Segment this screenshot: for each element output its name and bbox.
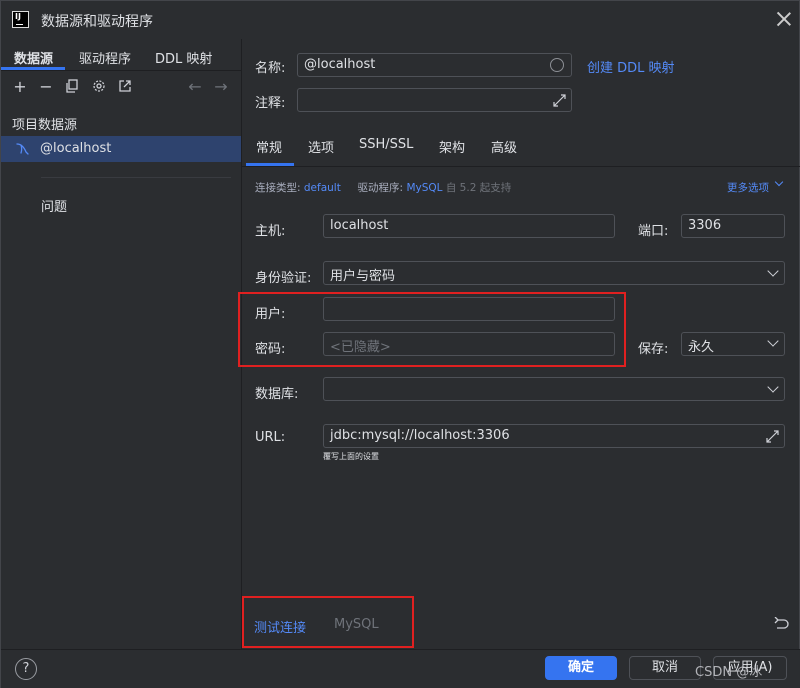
- title-bar: IJ 数据源和驱动程序: [1, 1, 800, 39]
- url-hint: 覆写上面的设置: [323, 452, 379, 461]
- name-label: 名称:: [255, 61, 286, 76]
- window-title: 数据源和驱动程序: [41, 14, 153, 30]
- problems-item[interactable]: 问题: [41, 196, 67, 215]
- open-external-icon[interactable]: [117, 79, 133, 95]
- close-icon[interactable]: [776, 11, 792, 27]
- cancel-button[interactable]: 取消: [629, 656, 701, 680]
- database-label: 数据库:: [255, 387, 299, 402]
- connection-type-label: 连接类型:: [255, 182, 301, 194]
- active-tab-underline: [1, 67, 65, 70]
- tab-ddl-mappings[interactable]: DDL 映射: [155, 48, 212, 67]
- user-input[interactable]: [323, 297, 615, 321]
- tab-advanced[interactable]: 高级: [491, 137, 517, 156]
- url-label: URL:: [255, 430, 286, 445]
- tab-data-sources[interactable]: 数据源: [14, 48, 53, 67]
- connection-info: 连接类型: default 驱动程序: MySQL 自 5.2 起支持: [255, 180, 511, 195]
- driver-value[interactable]: MySQL: [406, 182, 442, 194]
- port-label: 端口:: [638, 224, 669, 239]
- dialog-window: IJ 数据源和驱动程序 数据源 驱动程序 DDL 映射 + − ← → 项目数据…: [0, 0, 800, 688]
- expand-icon[interactable]: [553, 94, 566, 107]
- comment-input[interactable]: [297, 88, 572, 112]
- comment-label: 注释:: [255, 96, 286, 111]
- dialog-button-bar: ? 确定 取消 应用(A): [1, 649, 800, 688]
- mysql-dolphin-icon: [15, 141, 31, 157]
- settings-tabs: 常规 选项 SSH/SSL 架构 高级: [242, 123, 800, 167]
- database-select[interactable]: [323, 377, 785, 401]
- test-driver-label: MySQL: [334, 617, 379, 632]
- name-input[interactable]: @localhost: [297, 53, 572, 77]
- active-tab-underline: [246, 163, 294, 166]
- tab-schemas[interactable]: 架构: [439, 137, 465, 156]
- tab-drivers[interactable]: 驱动程序: [79, 48, 131, 67]
- port-input[interactable]: 3306: [681, 214, 785, 238]
- watermark: CSDN @冰: [695, 665, 763, 680]
- project-datasources-heading: 项目数据源: [12, 118, 78, 133]
- driver-note: 自 5.2 起支持: [445, 182, 512, 194]
- test-connection-link[interactable]: 测试连接: [254, 617, 306, 636]
- auth-label: 身份验证:: [255, 271, 312, 286]
- back-arrow-icon[interactable]: ←: [187, 79, 203, 95]
- expand-icon[interactable]: [766, 430, 779, 443]
- save-label: 保存:: [638, 342, 669, 357]
- connection-type-value[interactable]: default: [304, 182, 341, 194]
- more-options-link[interactable]: 更多选项: [727, 180, 769, 195]
- settings-icon[interactable]: [91, 79, 107, 95]
- help-icon[interactable]: ?: [15, 658, 37, 680]
- create-ddl-mapping-link[interactable]: 创建 DDL 映射: [587, 57, 675, 76]
- revert-icon[interactable]: [774, 616, 789, 630]
- password-label: 密码:: [255, 342, 286, 357]
- remove-icon[interactable]: −: [38, 79, 54, 95]
- password-input[interactable]: <已隐藏>: [323, 332, 615, 356]
- user-label: 用户:: [255, 307, 286, 322]
- driver-label: 驱动程序:: [357, 182, 404, 194]
- tab-general[interactable]: 常规: [256, 137, 282, 156]
- datasource-label: @localhost: [40, 141, 112, 156]
- url-input[interactable]: jdbc:mysql://localhost:3306: [323, 424, 785, 448]
- datasource-item-localhost[interactable]: @localhost: [1, 136, 241, 162]
- forward-arrow-icon[interactable]: →: [213, 79, 229, 95]
- chevron-down-icon: [774, 177, 784, 187]
- tab-options[interactable]: 选项: [308, 137, 334, 156]
- tab-ssh-ssl[interactable]: SSH/SSL: [359, 137, 413, 152]
- duplicate-icon[interactable]: [64, 79, 80, 95]
- host-label: 主机:: [255, 224, 286, 239]
- host-input[interactable]: localhost: [323, 214, 615, 238]
- divider: [41, 177, 231, 178]
- left-tab-bar: 数据源 驱动程序 DDL 映射: [1, 39, 242, 71]
- add-icon[interactable]: +: [12, 79, 28, 95]
- intellij-logo-icon: IJ: [12, 11, 29, 28]
- right-pane: 名称: @localhost 创建 DDL 映射 注释: 常规 选项 SSH/S…: [238, 39, 800, 649]
- left-pane: 数据源 驱动程序 DDL 映射 + − ← → 项目数据源 @localhost…: [1, 39, 242, 649]
- ok-button[interactable]: 确定: [545, 656, 617, 680]
- auth-select[interactable]: 用户与密码: [323, 261, 785, 285]
- color-picker-icon[interactable]: [550, 58, 564, 72]
